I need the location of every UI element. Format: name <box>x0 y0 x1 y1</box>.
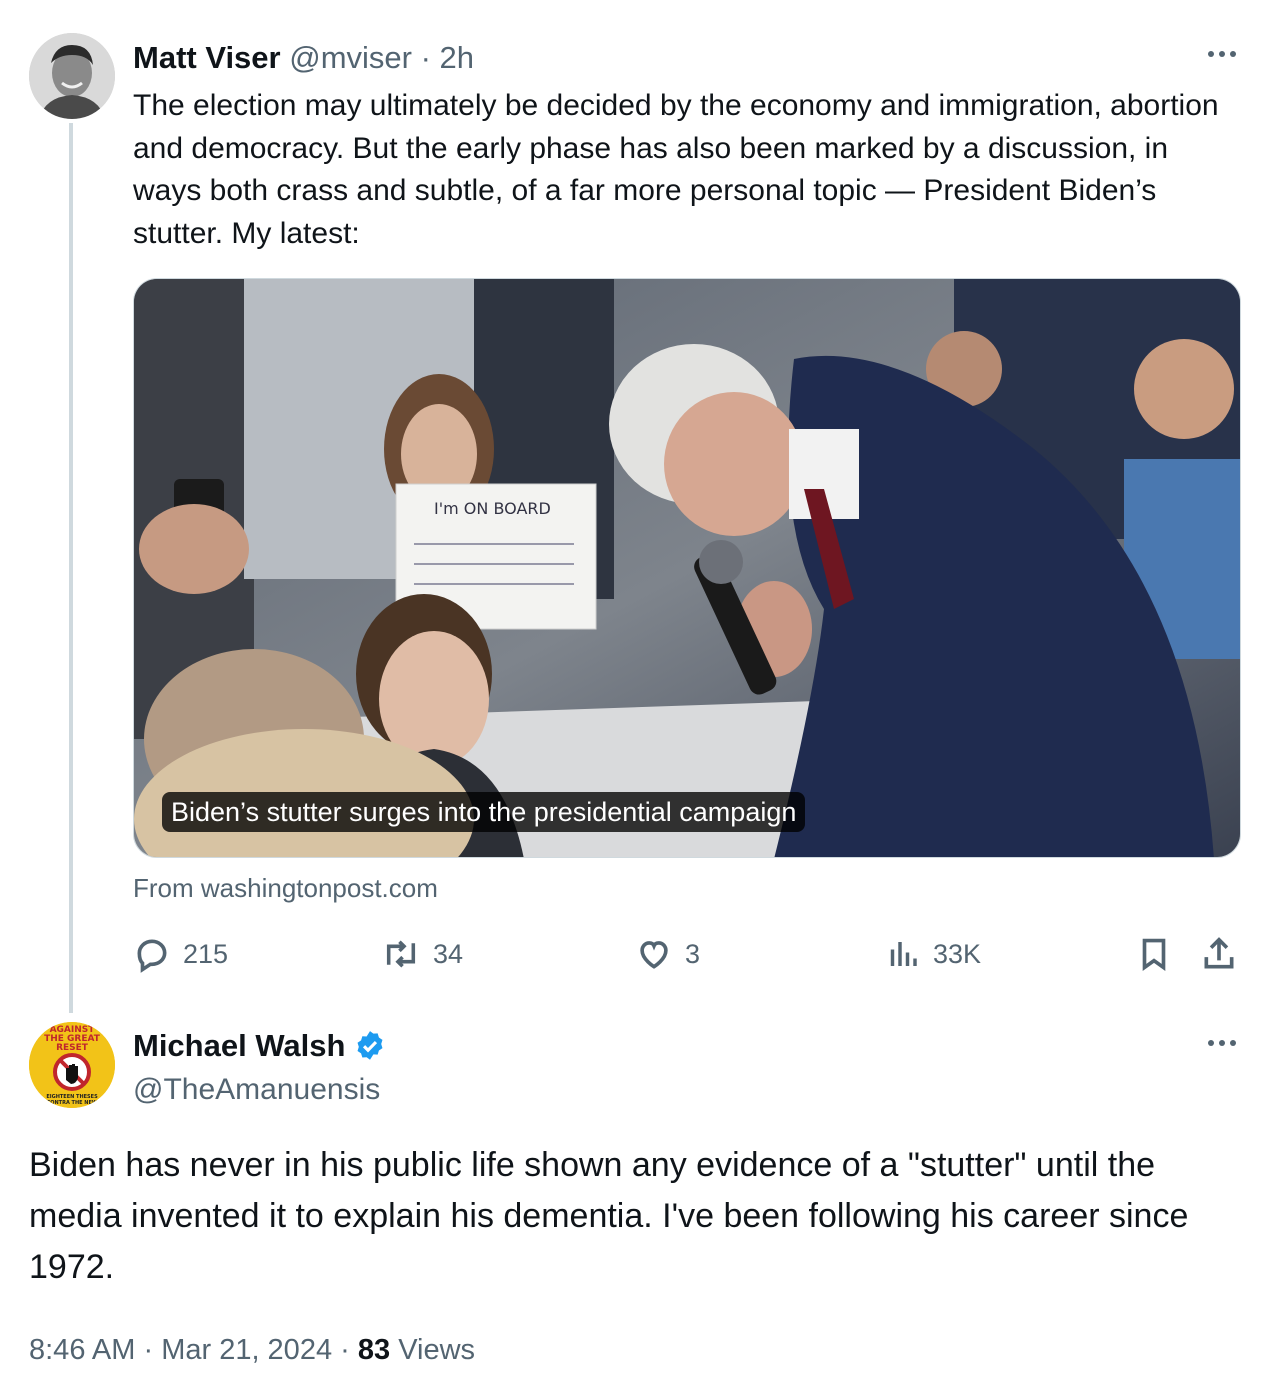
tweet1-more-icon[interactable] <box>1202 44 1242 64</box>
tweet1-text: The election may ultimately be decided b… <box>133 89 1219 250</box>
link-card-photo: I'm ON BOARD <box>134 279 1240 857</box>
tweet2-handle[interactable]: @TheAmanuensis <box>133 1070 380 1110</box>
tweet2-more-icon[interactable] <box>1202 1033 1242 1053</box>
meta-separator-2: · <box>332 1334 358 1366</box>
tweet2-author-name[interactable]: Michael Walsh <box>133 1026 345 1066</box>
views-icon <box>890 942 917 966</box>
share-button[interactable] <box>1199 930 1239 978</box>
avatar-matt-viser[interactable] <box>29 33 115 119</box>
bookmark-button[interactable] <box>1135 930 1173 978</box>
views-button[interactable]: 33K <box>885 930 981 978</box>
repost-count: 34 <box>433 938 464 969</box>
tweet1-author-name[interactable]: Matt Viser <box>133 40 281 75</box>
repost-button[interactable]: 34 <box>381 930 463 978</box>
tweet1-header: Matt Viser @mviser · 2h <box>133 38 474 78</box>
tweet2-views-label: Views <box>398 1334 476 1366</box>
repost-icon <box>386 940 416 968</box>
bookmark-icon <box>1142 938 1166 972</box>
like-count: 3 <box>685 938 701 969</box>
tweet1-timestamp[interactable]: 2h <box>440 40 474 75</box>
link-card-source[interactable]: From washingtonpost.com <box>133 872 438 904</box>
tweet1-action-bar: 215 34 3 33K <box>133 930 1243 978</box>
like-button[interactable]: 3 <box>635 930 700 978</box>
avatar2-text-3: RESET <box>56 1043 89 1053</box>
svg-text:I'm ON BOARD: I'm ON BOARD <box>434 499 551 518</box>
tweet2-views-count: 83 <box>357 1334 391 1366</box>
views-count: 33K <box>933 938 982 969</box>
reply-button[interactable]: 215 <box>133 930 228 978</box>
tweet2-text: Biden has never in his public life shown… <box>29 1146 1189 1286</box>
tweet2-name-row: Michael Walsh <box>133 1026 387 1066</box>
share-icon <box>1204 937 1234 969</box>
verified-badge-icon[interactable] <box>353 1029 387 1063</box>
tweet1-separator: · <box>411 40 440 75</box>
tweet2-meta: 8:46 AM · Mar 21, 2024 · 83 Views <box>29 1330 475 1370</box>
reply-count: 215 <box>183 938 229 969</box>
like-icon <box>640 941 668 969</box>
link-card-caption: Biden’s stutter surges into the presiden… <box>162 792 806 832</box>
meta-separator-1: · <box>135 1334 162 1366</box>
tweet1-handle[interactable]: @mviser <box>289 40 412 75</box>
thread-connector-line <box>69 123 73 1013</box>
link-card[interactable]: I'm ON BOARD Biden’s stutter surges into… <box>133 278 1241 858</box>
reply-icon <box>137 939 167 973</box>
tweet2-date[interactable]: Mar 21, 2024 <box>161 1334 332 1366</box>
avatar-michael-walsh[interactable]: AGAINST THE GREAT RESET EIGHTEEN THESES … <box>29 1022 115 1108</box>
tweet2-time[interactable]: 8:46 AM <box>29 1334 135 1366</box>
avatar2-text-5: CONTRA THE NEW <box>47 1100 98 1106</box>
